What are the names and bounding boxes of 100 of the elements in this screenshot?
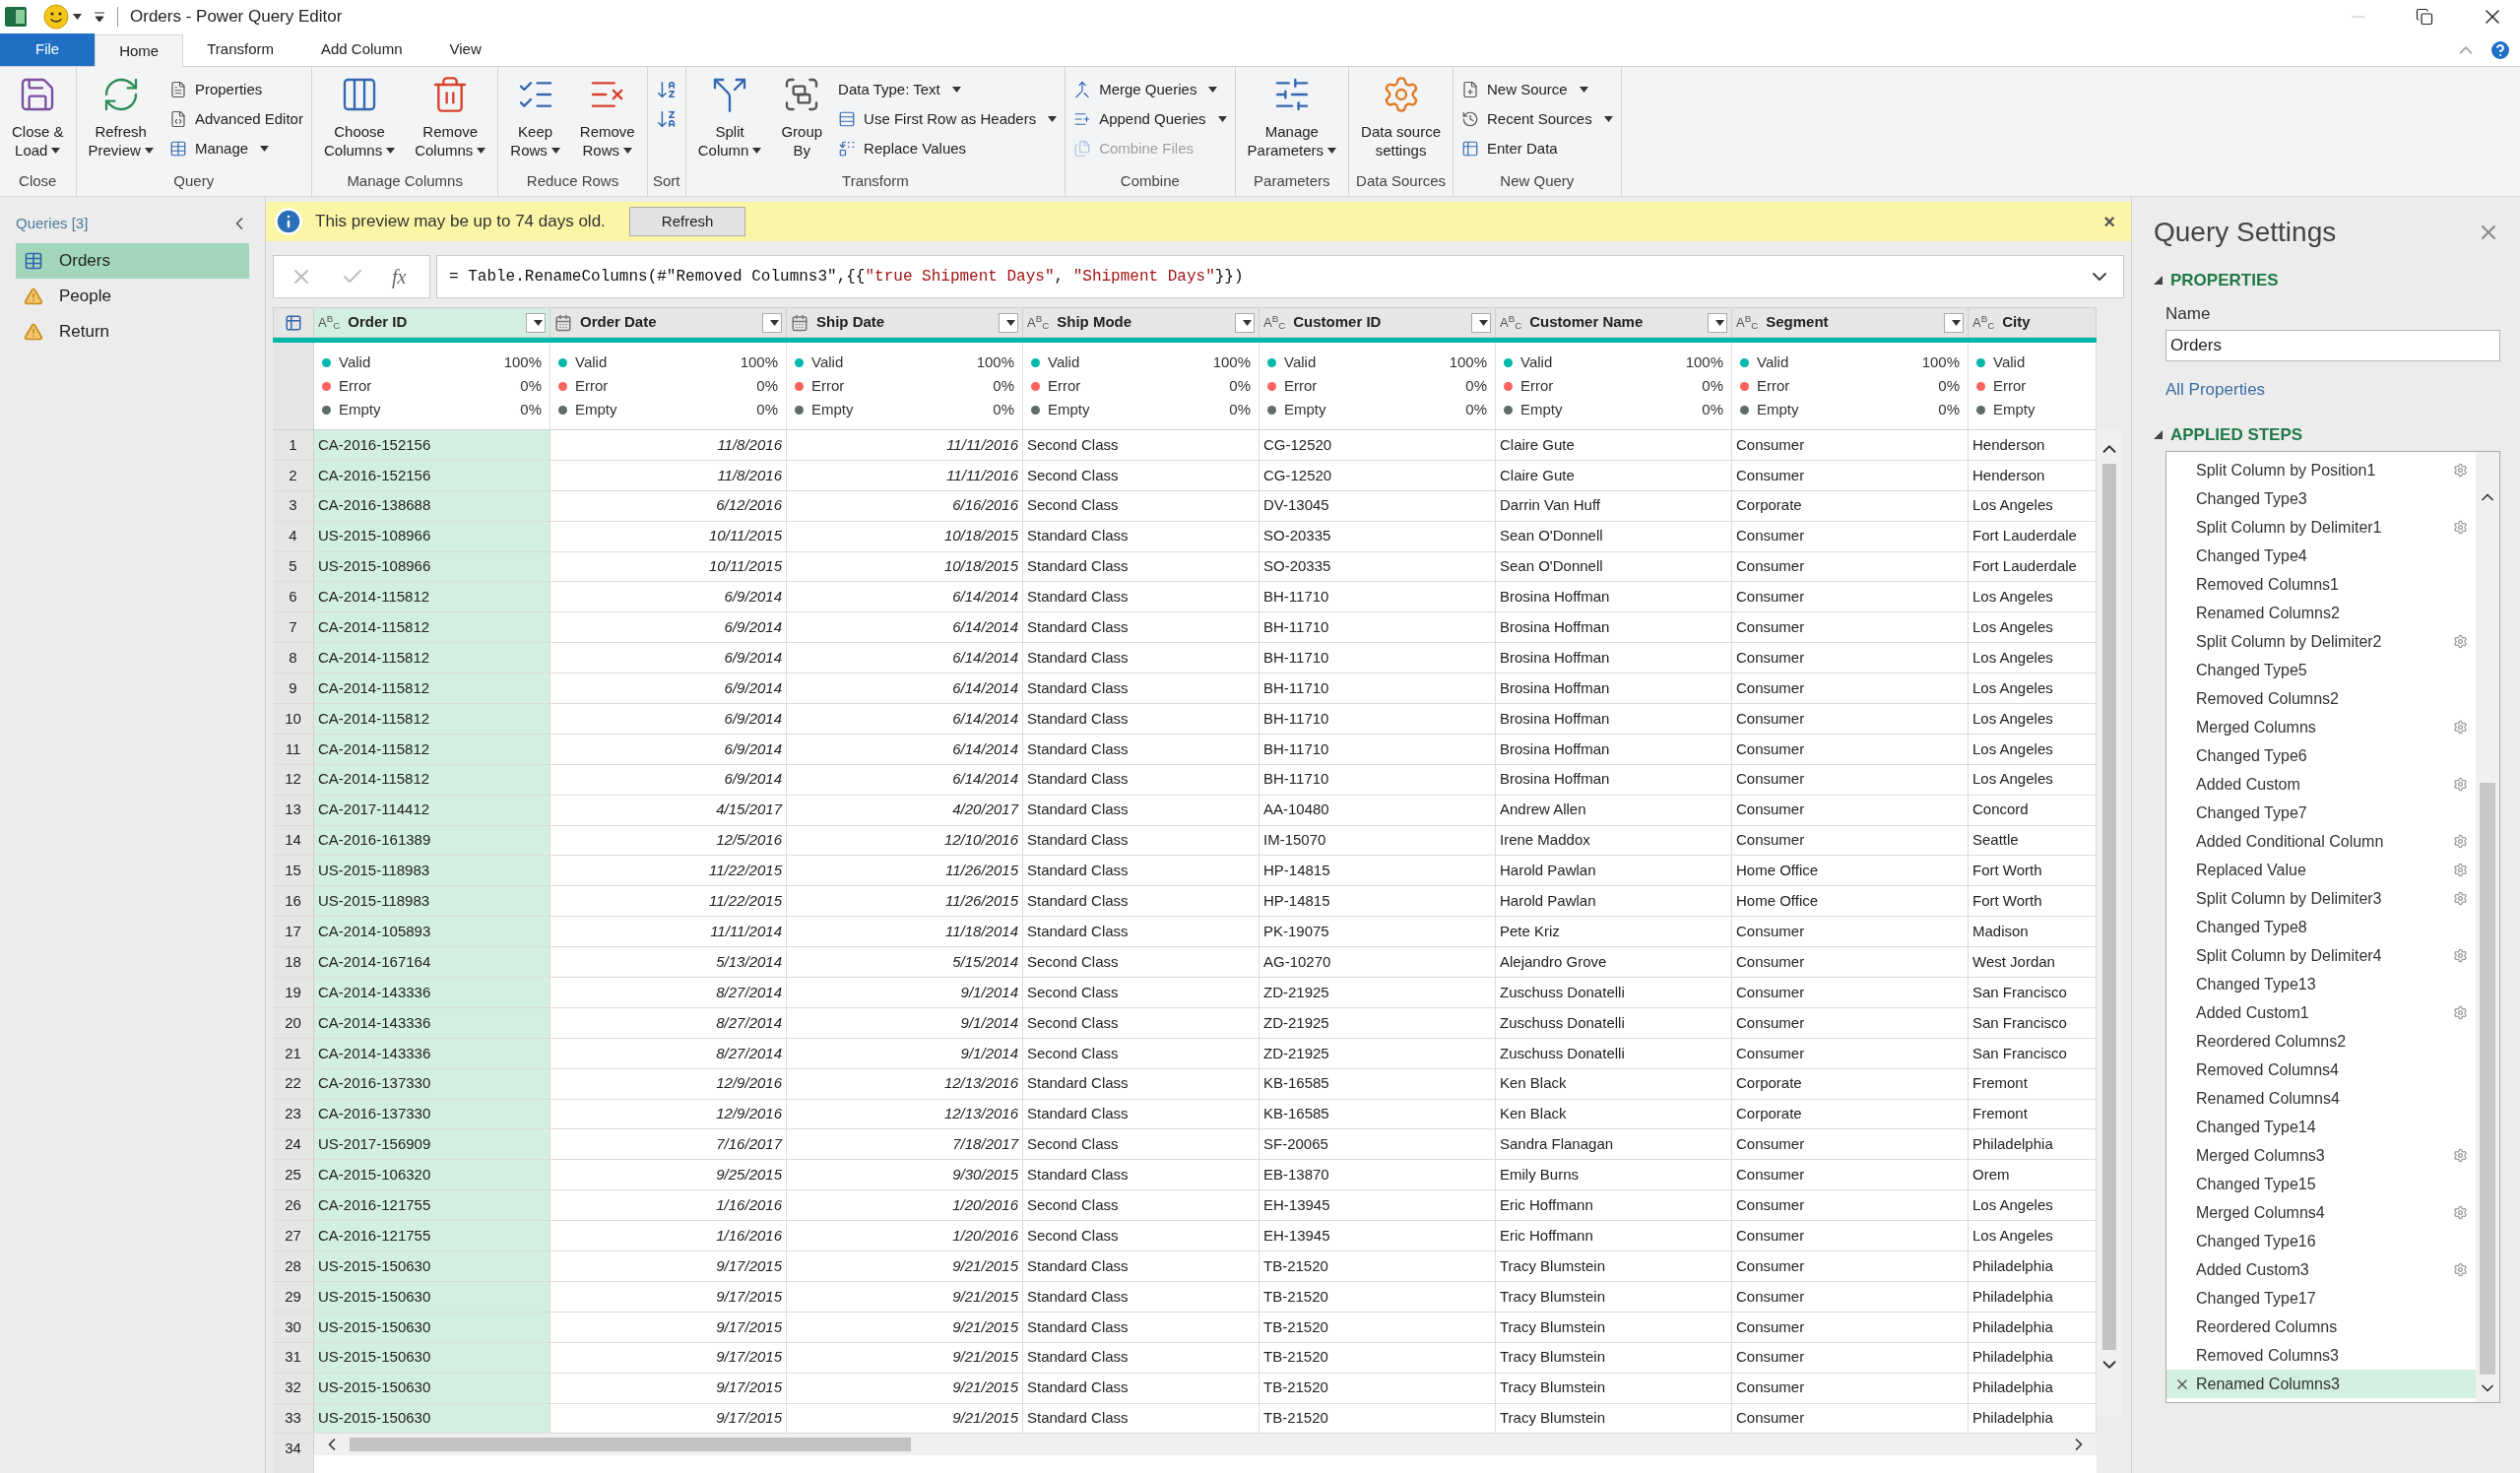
column-header[interactable]: A$^{B}$$_{C}$ Order ID xyxy=(314,307,550,338)
applied-step[interactable]: Changed Type4 xyxy=(2166,542,2476,570)
gear-icon[interactable] xyxy=(2453,777,2468,792)
gear-icon[interactable] xyxy=(2453,891,2468,906)
ribbon-tab[interactable]: Home xyxy=(95,34,184,67)
ribbon-button[interactable]: Advanced Editor xyxy=(164,104,307,134)
applied-step[interactable]: Split Column by Delimiter4 xyxy=(2166,941,2476,970)
ribbon-button[interactable]: Remove Rows xyxy=(571,71,643,169)
query-item[interactable]: Return xyxy=(16,313,249,350)
applied-step[interactable]: Removed Columns4 xyxy=(2166,1056,2476,1084)
applied-step[interactable]: Split Column by Delimiter3 xyxy=(2166,884,2476,913)
filter-button[interactable] xyxy=(1235,312,1255,333)
gear-icon[interactable] xyxy=(2453,1148,2468,1163)
gear-icon[interactable] xyxy=(2453,520,2468,535)
scroll-thumb[interactable] xyxy=(350,1438,911,1452)
gear-icon[interactable] xyxy=(2453,463,2468,478)
column-header[interactable]: A$^{B}$$_{C}$ Ship Mode xyxy=(1023,307,1260,338)
ribbon-button[interactable]: New Source xyxy=(1457,75,1617,104)
column-header[interactable]: A$^{B}$$_{C}$ Customer ID xyxy=(1260,307,1496,338)
column-header[interactable]: Order Date xyxy=(550,307,787,338)
gear-icon[interactable] xyxy=(2453,720,2468,735)
ribbon-button[interactable]: Manage xyxy=(164,134,307,163)
applied-step[interactable]: Renamed Columns2 xyxy=(2166,599,2476,627)
applied-step[interactable]: Merged Columns4 xyxy=(2166,1198,2476,1227)
collapse-triangle-icon[interactable] xyxy=(2154,429,2163,439)
table-menu-button[interactable] xyxy=(273,307,314,338)
refresh-button[interactable]: Refresh xyxy=(628,207,746,236)
restore-icon[interactable] xyxy=(2416,8,2433,26)
gear-icon[interactable] xyxy=(2453,948,2468,963)
customize-toolbar-icon[interactable] xyxy=(94,11,105,23)
ribbon-button[interactable]: Group By xyxy=(773,71,831,169)
applied-step[interactable]: Changed Type17 xyxy=(2166,1284,2476,1313)
applied-step[interactable]: Changed Type13 xyxy=(2166,970,2476,998)
gear-icon[interactable] xyxy=(2453,1262,2468,1277)
applied-step[interactable]: Merged Columns3 xyxy=(2166,1141,2476,1170)
gear-icon[interactable] xyxy=(2453,863,2468,877)
collapse-triangle-icon[interactable] xyxy=(2154,276,2163,286)
column-header[interactable]: Ship Date xyxy=(787,307,1023,338)
applied-step[interactable]: Changed Type8 xyxy=(2166,913,2476,941)
vertical-scrollbar[interactable] xyxy=(2097,430,2121,1415)
ribbon-button[interactable]: Close & Load xyxy=(4,71,72,169)
ribbon-button[interactable]: Append Queries xyxy=(1069,104,1231,134)
filter-button[interactable] xyxy=(1944,312,1964,333)
applied-step[interactable]: Split Column by Position1 xyxy=(2166,456,2476,484)
column-header[interactable]: A$^{B}$$_{C}$ City xyxy=(1969,307,2097,338)
ribbon-button[interactable]: Data Type: Text xyxy=(834,75,1062,104)
ribbon-button[interactable]: Enter Data xyxy=(1457,134,1617,163)
close-bar-button[interactable]: × xyxy=(2096,207,2123,236)
all-properties-link[interactable]: All Properties xyxy=(2165,377,2500,403)
applied-step[interactable]: Renamed Columns4 xyxy=(2166,1084,2476,1113)
horizontal-scrollbar[interactable] xyxy=(314,1434,2097,1456)
applied-step[interactable]: Added Custom3 xyxy=(2166,1255,2476,1284)
formula-field[interactable]: = Table.RenameColumns(#"Removed Columns3",{{"true Shipment Days", "Shipment Days"}}) xyxy=(436,255,2124,298)
applied-step[interactable]: Renamed Columns3 xyxy=(2166,1370,2476,1398)
filter-button[interactable] xyxy=(526,312,546,333)
applied-step[interactable]: Changed Type6 xyxy=(2166,741,2476,770)
applied-step[interactable]: Removed Columns3 xyxy=(2166,1341,2476,1370)
ribbon-button[interactable]: Keep Rows xyxy=(502,71,568,169)
applied-step[interactable]: Removed Columns2 xyxy=(2166,684,2476,713)
ribbon-button[interactable]: Recent Sources xyxy=(1457,104,1617,134)
ribbon-button[interactable]: Replace Values xyxy=(834,134,1062,163)
ribbon-button[interactable]: Choose Columns xyxy=(315,71,404,169)
applied-step[interactable]: Changed Type16 xyxy=(2166,1227,2476,1255)
applied-step[interactable]: Changed Type5 xyxy=(2166,656,2476,684)
ribbon-button[interactable]: Use First Row as Headers xyxy=(834,104,1062,134)
applied-step[interactable]: Added Conditional Column xyxy=(2166,827,2476,856)
scroll-thumb[interactable] xyxy=(2480,783,2495,1375)
filter-button[interactable] xyxy=(1708,312,1727,333)
applied-step[interactable]: Changed Type15 xyxy=(2166,1170,2476,1198)
applied-step[interactable]: Split Column by Delimiter2 xyxy=(2166,627,2476,656)
scroll-thumb[interactable] xyxy=(2101,464,2116,1350)
name-field[interactable]: Orders xyxy=(2165,330,2500,361)
ribbon-button[interactable]: Merge Queries xyxy=(1069,75,1231,104)
gear-icon[interactable] xyxy=(2453,634,2468,649)
applied-step[interactable]: Removed Columns1 xyxy=(2166,570,2476,599)
applied-step[interactable]: Added Custom xyxy=(2166,770,2476,799)
ribbon-tab[interactable]: View xyxy=(425,33,505,66)
filter-button[interactable] xyxy=(762,312,782,333)
applied-step[interactable]: Replaced Value xyxy=(2166,856,2476,884)
applied-step[interactable]: Merged Columns xyxy=(2166,713,2476,741)
applied-step[interactable]: Added Custom1 xyxy=(2166,998,2476,1027)
ribbon-button[interactable]: Properties xyxy=(164,75,307,104)
vertical-scrollbar[interactable] xyxy=(2476,452,2499,1402)
gear-icon[interactable] xyxy=(2453,834,2468,849)
gear-icon[interactable] xyxy=(2453,1205,2468,1220)
ribbon-tab[interactable]: Add Column xyxy=(297,33,426,66)
query-item[interactable]: People xyxy=(16,278,249,314)
ribbon-button[interactable]: Refresh Preview xyxy=(80,71,162,169)
ribbon-button[interactable]: Split Column xyxy=(689,71,770,169)
ribbon-button[interactable]: Remove Columns xyxy=(407,71,494,169)
applied-step[interactable]: Changed Type3 xyxy=(2166,484,2476,513)
applied-step[interactable]: Reordered Columns2 xyxy=(2166,1027,2476,1056)
ribbon-button[interactable]: Manage Parameters xyxy=(1239,71,1345,169)
applied-step[interactable]: Reordered Columns xyxy=(2166,1313,2476,1341)
applied-step[interactable]: Changed Type7 xyxy=(2166,799,2476,827)
gear-icon[interactable] xyxy=(2453,1005,2468,1020)
applied-step[interactable]: Split Column by Delimiter1 xyxy=(2166,513,2476,542)
ribbon-tab[interactable]: File xyxy=(0,33,96,66)
column-header[interactable]: A$^{B}$$_{C}$ Customer Name xyxy=(1496,307,1732,338)
applied-step[interactable]: Changed Type14 xyxy=(2166,1113,2476,1141)
